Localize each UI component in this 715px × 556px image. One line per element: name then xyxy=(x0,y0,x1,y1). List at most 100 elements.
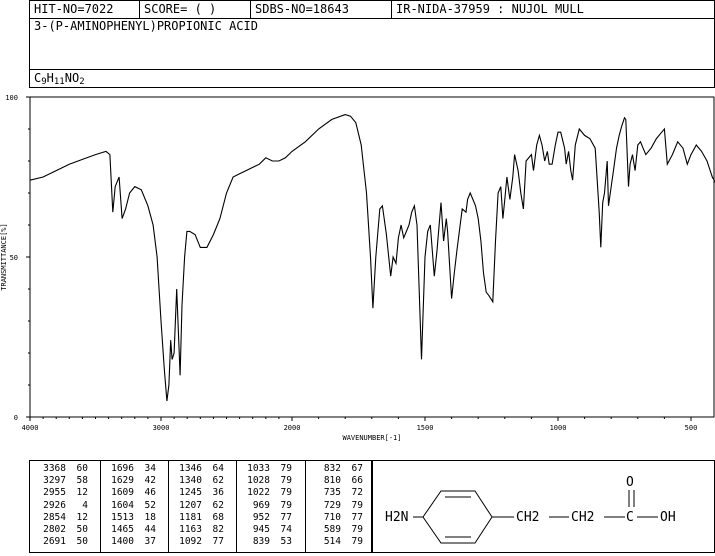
peak-transmittance: 77 xyxy=(212,536,224,548)
peak-wavenumber: 735 xyxy=(318,487,341,499)
peak-wavenumber: 1465 xyxy=(111,524,134,536)
peak-wavenumber: 1028 xyxy=(247,475,270,487)
peak-row: 1400 37 xyxy=(104,536,156,548)
peak-row: 969 79 xyxy=(240,500,292,512)
peak-wavenumber: 945 xyxy=(247,524,270,536)
peak-transmittance: 68 xyxy=(212,511,224,523)
carbonyl-carbon: C xyxy=(626,510,634,525)
peak-row: 1346 64 xyxy=(172,463,224,475)
peak-transmittance: 34 xyxy=(144,463,156,474)
peak-column-divider xyxy=(305,461,306,552)
peak-wavenumber: 952 xyxy=(247,511,270,523)
peak-transmittance: 60 xyxy=(76,463,88,474)
x-tick-label: 2000 xyxy=(284,424,301,432)
peak-row: 1028 79 xyxy=(240,475,292,487)
peak-wavenumber: 2854 xyxy=(43,511,66,523)
peak-transmittance: 37 xyxy=(144,536,156,548)
peak-wavenumber: 1207 xyxy=(179,499,202,511)
peak-row: 589 79 xyxy=(311,524,363,536)
peak-wavenumber: 839 xyxy=(247,536,270,548)
peak-wavenumber: 3368 xyxy=(43,463,66,474)
peak-row: 2955 12 xyxy=(36,487,88,499)
peak-column: 832 67 810 66 735 72 729 79 710 77 589 79 514 7… xyxy=(311,463,363,548)
peak-transmittance: 82 xyxy=(212,524,224,536)
peak-transmittance: 52 xyxy=(144,499,156,511)
peak-row: 1163 82 xyxy=(172,524,224,536)
methylene-2: CH2 xyxy=(571,510,594,525)
peak-wavenumber: 2926 xyxy=(43,499,66,511)
y-tick-label: 0 xyxy=(14,414,18,422)
peak-row: 952 77 xyxy=(240,512,292,524)
peak-transmittance: 12 xyxy=(76,511,88,523)
spectrum-line xyxy=(29,114,715,402)
peak-row: 729 79 xyxy=(311,500,363,512)
peak-column-divider xyxy=(168,461,169,552)
peak-transmittance: 64 xyxy=(212,463,224,474)
peak-wavenumber: 1033 xyxy=(247,463,270,474)
methylene-1: CH2 xyxy=(516,510,539,525)
peak-row: 1465 44 xyxy=(104,524,156,536)
peak-wavenumber: 1245 xyxy=(179,487,202,499)
peak-transmittance: 46 xyxy=(144,487,156,499)
peak-transmittance: 66 xyxy=(351,475,363,487)
peak-wavenumber: 3297 xyxy=(43,475,66,487)
peak-wavenumber: 514 xyxy=(318,536,341,548)
peak-transmittance: 42 xyxy=(144,475,156,487)
peak-wavenumber: 1629 xyxy=(111,475,134,487)
y-axis-label: TRANSMITTANCE[%] xyxy=(0,223,8,290)
peak-wavenumber: 1609 xyxy=(111,487,134,499)
peak-transmittance: 77 xyxy=(280,511,292,523)
peak-transmittance: 79 xyxy=(280,487,292,499)
peak-transmittance: 18 xyxy=(144,511,156,523)
y-tick-label: 100 xyxy=(5,94,18,102)
benzene-ring xyxy=(422,490,493,544)
peak-table: 3368 60 3297 58 2955 12 2926 4 2854 12 2802 50 2691 5… xyxy=(29,460,372,553)
peak-wavenumber: 1696 xyxy=(111,463,134,474)
peak-row: 1609 46 xyxy=(104,487,156,499)
peak-row: 832 67 xyxy=(311,463,363,475)
ir-spectrum-chart: 4000 3000 2000 1500 1000 500 0 50 100 TRANSMITTA… xyxy=(0,94,715,442)
peak-row: 1604 52 xyxy=(104,500,156,512)
peak-transmittance: 4 xyxy=(82,499,88,511)
peak-row: 514 79 xyxy=(311,536,363,548)
peak-column: 1346 64 1340 62 1245 36 1207 62 1181 68 1163 82 1092… xyxy=(172,463,224,548)
peak-wavenumber: 2955 xyxy=(43,487,66,499)
peak-transmittance: 62 xyxy=(212,499,224,511)
peak-transmittance: 67 xyxy=(351,463,363,474)
x-tick-label: 3000 xyxy=(153,424,170,432)
peak-wavenumber: 969 xyxy=(247,499,270,511)
peak-row: 3297 58 xyxy=(36,475,88,487)
peak-transmittance: 72 xyxy=(351,487,363,499)
peak-row: 735 72 xyxy=(311,487,363,499)
peak-column: 1696 34 1629 42 1609 46 1604 52 1513 18 1465 44 1400… xyxy=(104,463,156,548)
carbonyl-oxygen: O xyxy=(626,475,634,490)
peak-row: 810 66 xyxy=(311,475,363,487)
peak-wavenumber: 832 xyxy=(318,463,341,474)
peak-column: 1033 79 1028 79 1022 79 969 79 952 77 945 74 839… xyxy=(240,463,292,548)
peak-wavenumber: 710 xyxy=(318,511,341,523)
peak-row: 2854 12 xyxy=(36,512,88,524)
peak-transmittance: 12 xyxy=(76,487,88,499)
peak-transmittance: 44 xyxy=(144,524,156,536)
peak-row: 1245 36 xyxy=(172,487,224,499)
peak-transmittance: 53 xyxy=(280,536,292,548)
peak-transmittance: 79 xyxy=(280,463,292,474)
peak-wavenumber: 2802 xyxy=(43,524,66,536)
peak-column-divider xyxy=(236,461,237,552)
peak-wavenumber: 1513 xyxy=(111,511,134,523)
peak-transmittance: 77 xyxy=(351,511,363,523)
peak-wavenumber: 1163 xyxy=(179,524,202,536)
structure-diagram: H2N CH2 CH2 C O OH xyxy=(385,475,676,544)
peak-transmittance: 79 xyxy=(351,499,363,511)
x-tick-label: 1000 xyxy=(550,424,567,432)
peak-wavenumber: 1346 xyxy=(179,463,202,474)
peak-transmittance: 50 xyxy=(76,524,88,536)
peak-column: 3368 60 3297 58 2955 12 2926 4 2854 12 2802 50 2691 5… xyxy=(36,463,88,548)
peak-wavenumber: 810 xyxy=(318,475,341,487)
peak-wavenumber: 1181 xyxy=(179,511,202,523)
peak-wavenumber: 589 xyxy=(318,524,341,536)
hydroxyl-group: OH xyxy=(660,510,676,525)
peak-row: 2691 50 xyxy=(36,536,88,548)
peak-transmittance: 50 xyxy=(76,536,88,548)
peak-row: 1629 42 xyxy=(104,475,156,487)
